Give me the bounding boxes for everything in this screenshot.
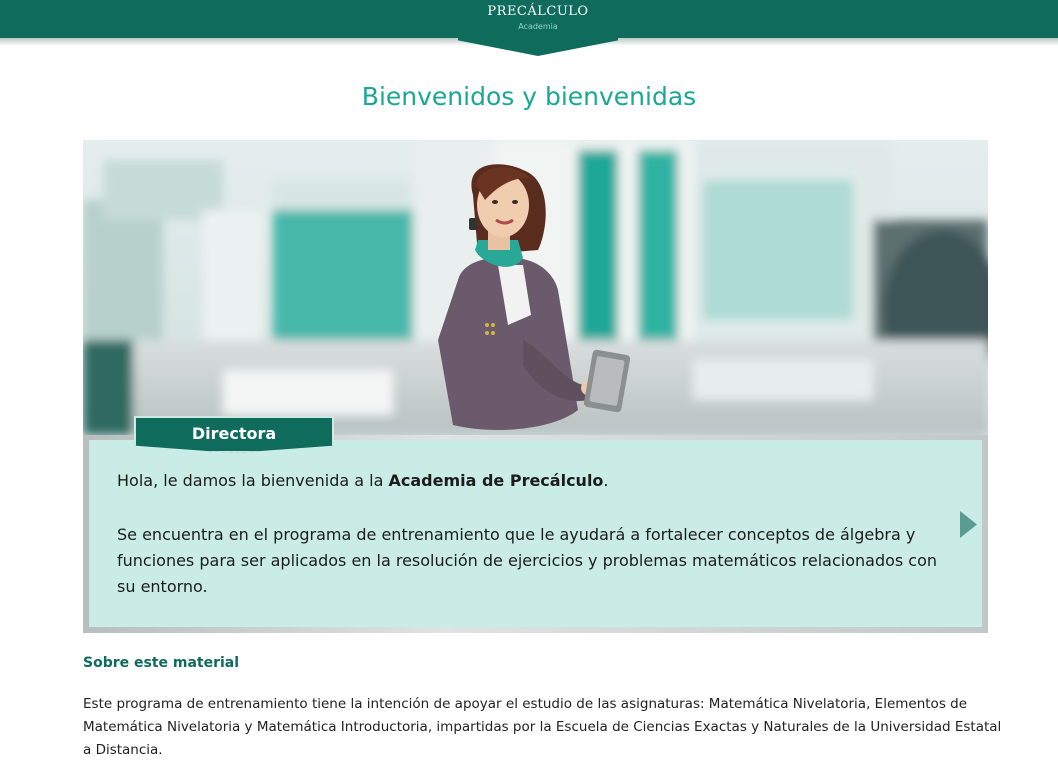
scene-illustration <box>83 140 988 435</box>
greeting-text: Hola, le damos la bienvenida a la Academ… <box>117 468 947 494</box>
speaker-label: Directora <box>134 416 334 453</box>
logo-title: PRECÁLCULO <box>487 4 589 19</box>
triangle-right-icon <box>960 511 977 538</box>
greeting-prefix: Hola, le damos la bienvenida a la <box>117 471 389 490</box>
next-button[interactable] <box>960 511 977 538</box>
logo-subtitle: Academia <box>518 22 558 31</box>
office-background <box>83 140 988 435</box>
academy-name: Academia de Precálculo <box>388 471 604 490</box>
logo[interactable]: PRECÁLCULO Academia <box>458 0 618 56</box>
dialog-body: Se encuentra en el programa de entrenami… <box>117 525 938 596</box>
page-title: Bienvenidos y bienvenidas <box>361 82 697 111</box>
about-text: Este programa de entrenamiento tiene la … <box>83 696 1002 758</box>
greeting-suffix: . <box>603 471 609 490</box>
section-heading: Sobre este material <box>83 655 240 671</box>
